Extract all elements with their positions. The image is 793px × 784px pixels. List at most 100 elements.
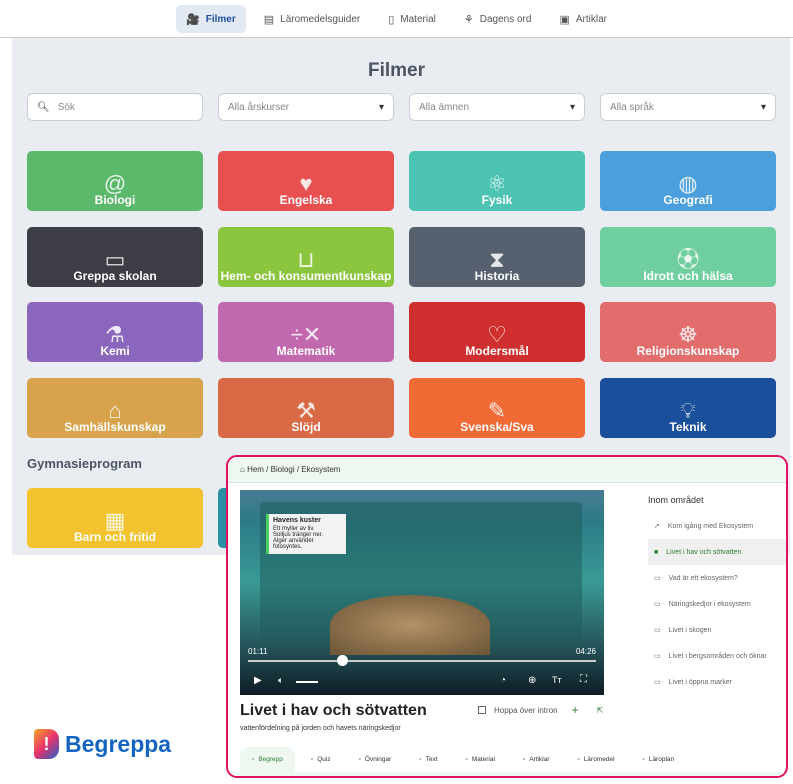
- tab-läroplan[interactable]: ▫ Läroplan: [631, 747, 687, 772]
- gym-heading: Gymnasieprogram: [27, 456, 142, 471]
- book-icon: ▤: [263, 13, 275, 26]
- sidebar-item[interactable]: ▭ Näringskedjor i ekosystem: [648, 591, 786, 617]
- subject-tile-idrott-och-hälsa[interactable]: ⚽︎ Idrott och hälsa: [600, 227, 776, 287]
- lightbulb-icon: 💡︎: [680, 398, 696, 423]
- heart-flag-icon: ♥: [299, 171, 313, 196]
- chevron-down-icon: ▾: [569, 101, 575, 113]
- nav-artiklar[interactable]: ▣ Artiklar: [549, 5, 617, 33]
- sidebar-item[interactable]: ▭ Vad är ett ekosystem?: [648, 565, 786, 591]
- math-symbols-icon: ÷✕: [290, 322, 322, 347]
- add-icon[interactable]: +: [572, 703, 579, 717]
- tab-begrepp[interactable]: ▫ Begrepp: [240, 747, 295, 772]
- grade-select[interactable]: Alla årskurser ▾: [218, 93, 394, 121]
- subject-tile-samhällskunskap[interactable]: ⌂ Samhällskunskap: [27, 378, 203, 438]
- subject-tile-modersmål[interactable]: ♡ Modersmål: [409, 302, 585, 362]
- video-icon: ▭: [654, 653, 661, 660]
- skip-intro-checkbox[interactable]: [478, 706, 486, 714]
- subject-tile-teknik[interactable]: 💡︎ Teknik: [600, 378, 776, 438]
- document-icon: ▯: [388, 13, 395, 26]
- exercise-icon: ▫: [358, 756, 361, 763]
- nav-material[interactable]: ▯ Material: [378, 5, 446, 33]
- blocks-icon: ▦: [104, 508, 126, 533]
- subject-tile-biologi[interactable]: @ Biologi: [27, 151, 203, 211]
- books-icon: ▭: [104, 247, 126, 272]
- subject-tile-slöjd[interactable]: ⚒ Slöjd: [218, 378, 394, 438]
- subject-tile-matematik[interactable]: ÷✕ Matematik: [218, 302, 394, 362]
- subject-tile-geografi[interactable]: ◍ Geografi: [600, 151, 776, 211]
- heart-icon: ♡: [487, 322, 507, 347]
- volume-icon[interactable]: 🔈︎: [278, 675, 283, 686]
- nav-laromedelsguider[interactable]: ▤ Läromedelsguider: [254, 5, 370, 33]
- subject-tile-kemi[interactable]: ⚗ Kemi: [27, 302, 203, 362]
- subject-tile-greppa-skolan[interactable]: ▭ Greppa skolan: [27, 227, 203, 287]
- atom-icon: ⚛: [487, 171, 507, 196]
- tab-övningar[interactable]: ▫ Övningar: [347, 747, 404, 772]
- pot-icon: ⊔: [297, 247, 315, 272]
- video-controls: 01:11 04:26 ▶ 🔈︎ ◔ ⊕ Tт ⛶: [248, 647, 596, 686]
- sidebar-item[interactable]: ➚ Kom igång med Ekosystem: [648, 513, 786, 539]
- share-icon[interactable]: ⇱: [597, 706, 604, 715]
- top-nav: 🎥 Filmer ▤ Läromedelsguider ▯ Material ⚘ Dag…: [0, 0, 793, 38]
- subject-tile-engelska[interactable]: ♥ Engelska: [218, 151, 394, 211]
- sidebar-item[interactable]: ▭ Livet i skogen: [648, 617, 786, 643]
- nav-dagens-ord[interactable]: ⚘ Dagens ord: [454, 5, 542, 33]
- video-icon: ▭: [654, 601, 661, 608]
- volume-slider[interactable]: [296, 681, 318, 683]
- subject-tile-barn-och-fritid[interactable]: ▦ Barn och fritid: [27, 488, 203, 548]
- flask-icon: ⚗: [105, 322, 125, 347]
- sidebar-heading: Inom området: [648, 495, 704, 505]
- page-title: Filmer: [367, 60, 426, 81]
- tab-läromedel[interactable]: ▫ Läromedel: [565, 747, 626, 772]
- video-icon: ▭: [654, 575, 661, 582]
- slide-box: Havens kuster Ett myller av liv. Solljus…: [266, 514, 346, 554]
- search-icon: 🔍︎: [37, 101, 50, 113]
- text-icon: ▫: [419, 756, 422, 763]
- video-camera-icon: 🎥: [186, 13, 200, 26]
- video-player-panel: ⌂ Hem / Biologi / Ekosystem Havens kuste…: [226, 455, 788, 778]
- progress-bar[interactable]: [248, 660, 596, 662]
- video-icon: ▭: [654, 679, 661, 686]
- buildings-icon: ⌂: [108, 398, 122, 423]
- globe-icon: ◍: [678, 171, 698, 196]
- tab-artiklar[interactable]: ▫ Artiklar: [511, 747, 562, 772]
- home-icon: ⌂: [240, 465, 248, 474]
- language-globe-icon[interactable]: ⊕: [528, 675, 536, 686]
- video-player[interactable]: Havens kuster Ett myller av liv. Solljus…: [240, 490, 604, 695]
- sidebar-item[interactable]: ▭ Livet i bergsområden och öknar: [648, 643, 786, 669]
- nav-filmer[interactable]: 🎥 Filmer: [176, 5, 246, 33]
- material-icon: ▫: [465, 756, 468, 763]
- sidebar-item[interactable]: ■ Livet i hav och sötvatten: [648, 539, 786, 565]
- subject-tile-religionskunskap[interactable]: ☸ Religionskunskap: [600, 302, 776, 362]
- tab-text[interactable]: ▫ Text: [407, 747, 449, 772]
- related-sidebar: Inom området ➚ Kom igång med Ekosystem ■ Li…: [648, 495, 786, 695]
- begreppa-logo[interactable]: ! Begreppa: [34, 729, 171, 759]
- subject-select[interactable]: Alla ämnen ▾: [409, 93, 585, 121]
- language-select[interactable]: Alla språk ▾: [600, 93, 776, 121]
- video-icon: ▭: [654, 627, 661, 634]
- play-icon[interactable]: ▶: [254, 675, 262, 686]
- snail-icon: @: [103, 171, 127, 196]
- sprout-icon: ⚘: [463, 13, 474, 26]
- rocket-icon: ➚: [654, 523, 660, 530]
- curriculum-icon: ▫: [642, 756, 645, 763]
- video-subtitle: vattenfördelning på jorden och havets nä…: [240, 725, 401, 732]
- tab-material[interactable]: ▫ Material: [454, 747, 507, 772]
- text-size-icon[interactable]: Tт: [552, 675, 562, 685]
- ball-icon: ⚽︎: [676, 247, 699, 272]
- search-input[interactable]: 🔍︎ Sök: [27, 93, 203, 121]
- article-icon: ▣: [559, 13, 570, 26]
- breadcrumb: ⌂ Hem / Biologi / Ekosystem: [228, 457, 786, 483]
- chevron-down-icon: ▾: [378, 101, 384, 113]
- speed-icon[interactable]: ◔: [500, 675, 506, 686]
- progress-handle[interactable]: [336, 655, 348, 666]
- sidebar-item[interactable]: ▭ Livet i öppna marker: [648, 669, 786, 695]
- tab-quiz[interactable]: ▫ Quiz: [299, 747, 343, 772]
- saw-icon: ⚒: [296, 398, 316, 423]
- subject-tile-svenska-sva[interactable]: ✎ Svenska/Sva: [409, 378, 585, 438]
- subject-tile-fysik[interactable]: ⚛ Fysik: [409, 151, 585, 211]
- fullscreen-icon[interactable]: ⛶: [580, 674, 587, 685]
- subject-tile-hem-och-konsumentkunskap[interactable]: ⊔ Hem- och konsumentkunskap: [218, 227, 394, 287]
- textbook-icon: ▫: [577, 756, 580, 763]
- subject-tile-historia[interactable]: ⧗ Historia: [409, 227, 585, 287]
- article-icon: ▫: [522, 756, 526, 763]
